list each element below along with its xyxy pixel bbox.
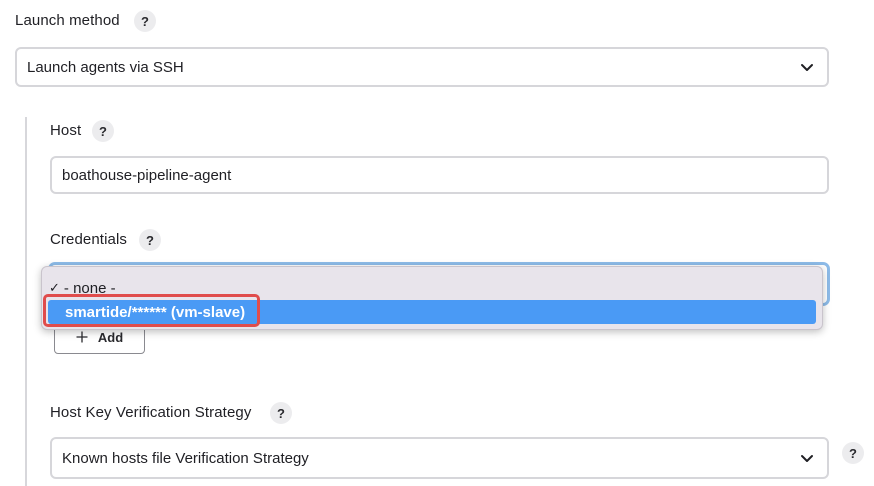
highlight-box xyxy=(43,294,260,327)
host-value: boathouse-pipeline-agent xyxy=(62,166,232,184)
nested-section-divider xyxy=(25,117,27,486)
launch-method-label: Launch method xyxy=(15,12,120,29)
chevron-down-icon xyxy=(801,455,813,462)
host-label: Host xyxy=(50,122,82,139)
launch-method-select[interactable]: Launch agents via SSH xyxy=(15,47,829,87)
credentials-help-icon[interactable]: ? xyxy=(139,229,161,251)
launch-method-help-icon[interactable]: ? xyxy=(134,10,156,32)
host-help-icon[interactable]: ? xyxy=(92,120,114,142)
host-key-side-help-icon[interactable]: ? xyxy=(842,442,864,464)
credentials-label: Credentials xyxy=(50,231,127,248)
chevron-down-icon xyxy=(801,64,813,71)
add-label: Add xyxy=(97,329,124,345)
host-key-label: Host Key Verification Strategy xyxy=(50,404,252,421)
host-key-value: Known hosts file Verification Strategy xyxy=(62,449,309,467)
host-key-select[interactable]: Known hosts file Verification Strategy xyxy=(50,437,829,479)
launch-method-value: Launch agents via SSH xyxy=(27,58,184,76)
host-input[interactable]: boathouse-pipeline-agent xyxy=(50,156,829,194)
host-key-help-icon[interactable]: ? xyxy=(270,402,292,424)
plus-icon xyxy=(76,331,88,343)
